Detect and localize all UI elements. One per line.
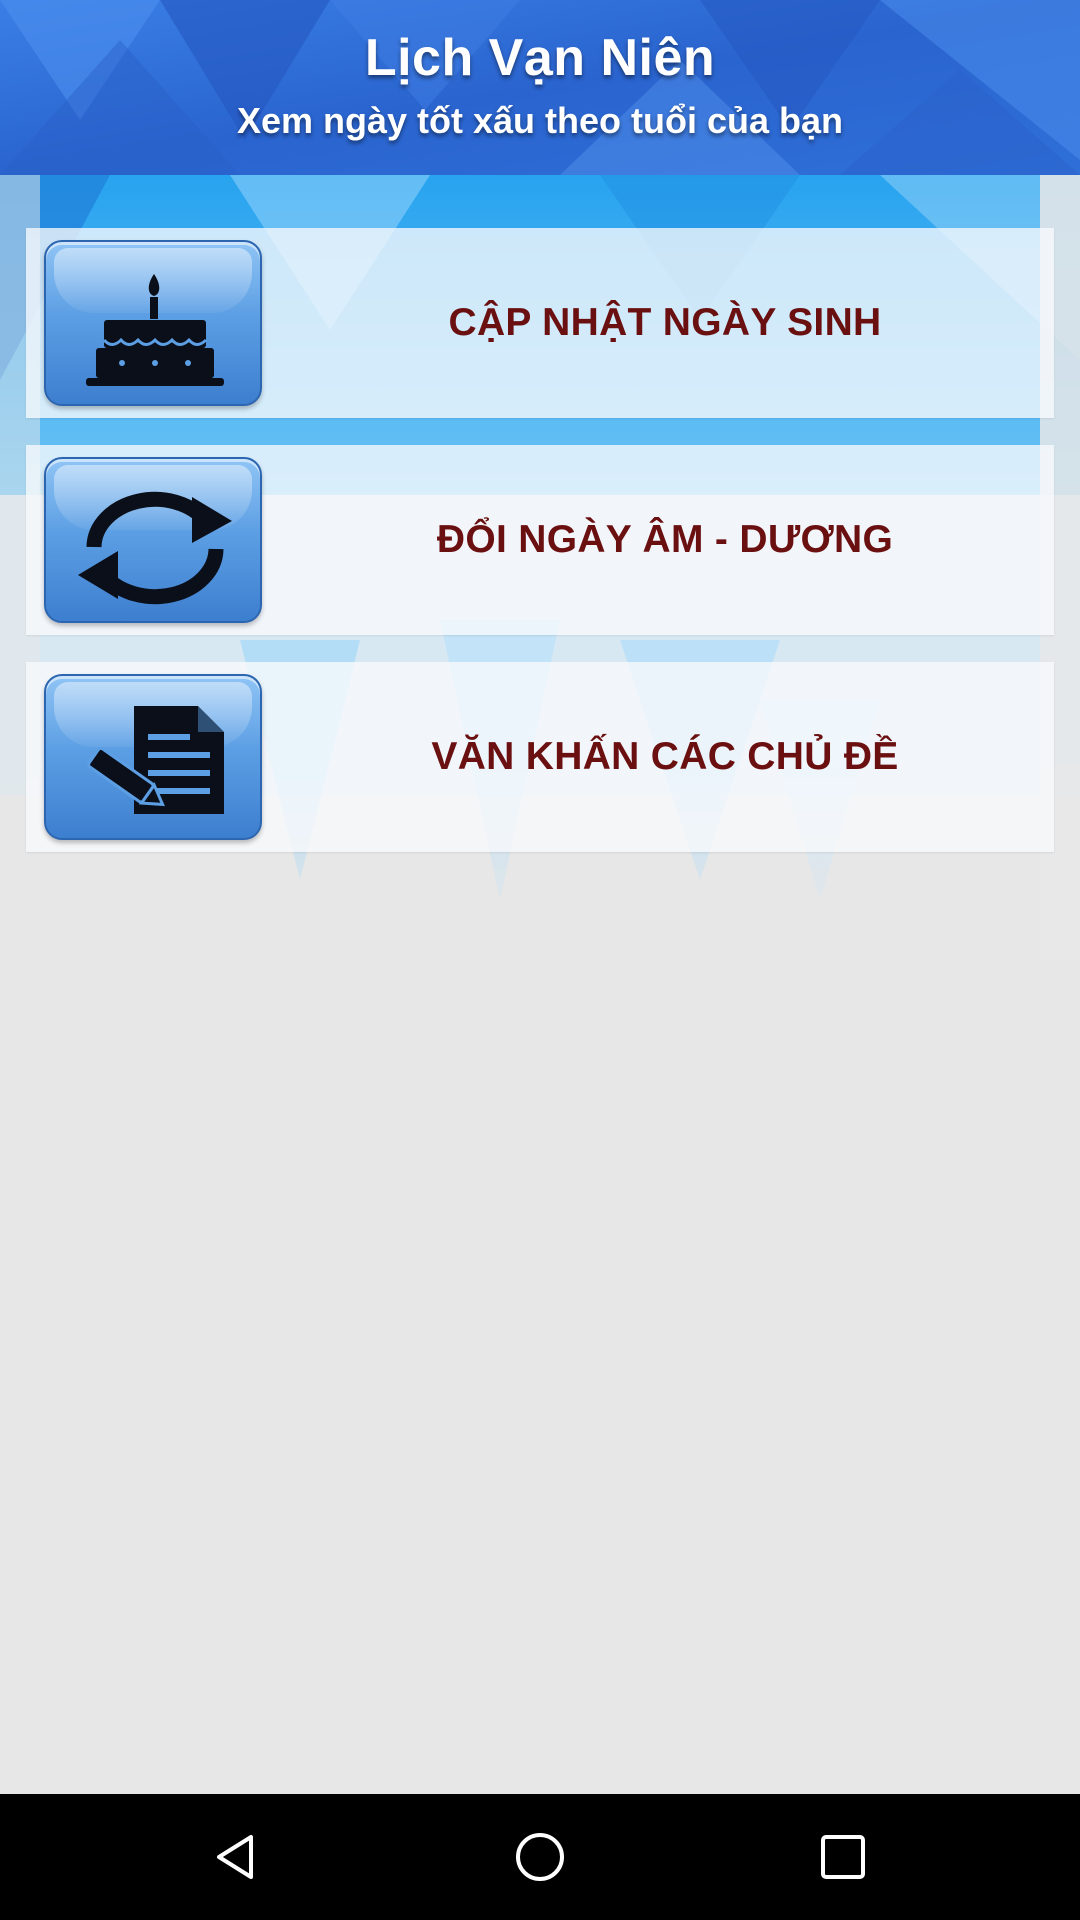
menu-label: ĐỔI NGÀY ÂM - DƯƠNG bbox=[436, 518, 894, 561]
menu-item-update-birthday[interactable]: CẬP NHẬT NGÀY SINH bbox=[26, 228, 1054, 418]
menu-label: CẬP NHẬT NGÀY SINH bbox=[448, 301, 882, 344]
refresh-icon bbox=[44, 457, 262, 623]
app-header: Lịch Vạn Niên Xem ngày tốt xấu theo tuổi… bbox=[0, 0, 1080, 175]
system-navigation-bar bbox=[0, 1794, 1080, 1920]
recents-button[interactable] bbox=[803, 1817, 883, 1897]
screen: Lịch Vạn Niên Xem ngày tốt xấu theo tuổi… bbox=[0, 0, 1080, 1920]
recents-icon bbox=[821, 1835, 865, 1879]
menu-item-convert-lunar-solar[interactable]: ĐỔI NGÀY ÂM - DƯƠNG bbox=[26, 445, 1054, 635]
home-button[interactable] bbox=[500, 1817, 580, 1897]
menu-item-prayer-topics[interactable]: VĂN KHẤN CÁC CHỦ ĐỀ bbox=[26, 662, 1054, 852]
app-title: Lịch Vạn Niên bbox=[364, 29, 716, 87]
home-icon bbox=[516, 1833, 564, 1881]
back-icon bbox=[217, 1835, 253, 1879]
menu-label: VĂN KHẤN CÁC CHỦ ĐỀ bbox=[431, 735, 899, 778]
back-button[interactable] bbox=[197, 1817, 277, 1897]
birthday-cake-icon bbox=[44, 240, 262, 406]
app-subtitle: Xem ngày tốt xấu theo tuổi của bạn bbox=[236, 100, 844, 141]
document-edit-icon bbox=[44, 674, 262, 840]
